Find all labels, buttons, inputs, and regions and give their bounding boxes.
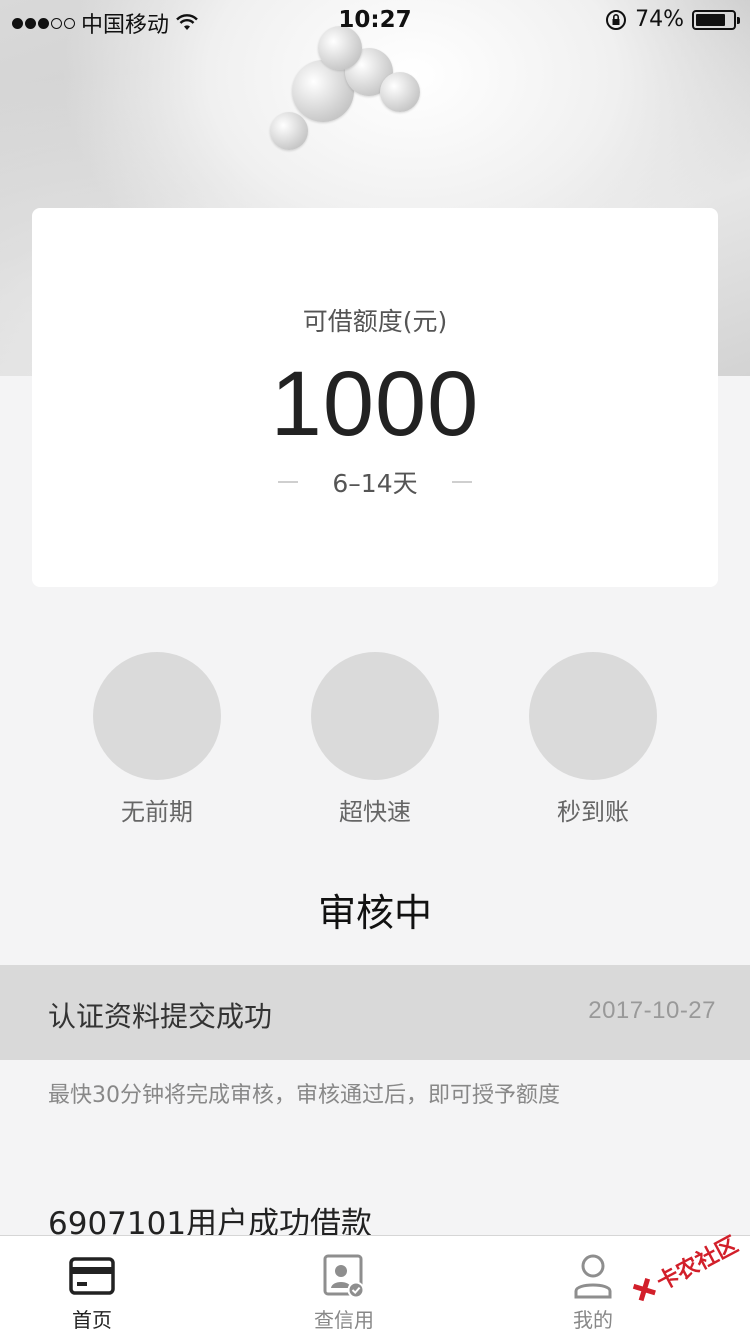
rotation-lock-icon bbox=[606, 9, 627, 30]
coin-shape bbox=[270, 112, 308, 150]
tab-home[interactable]: 首页 bbox=[32, 1254, 152, 1333]
review-step-date: 2017-10-27 bbox=[588, 997, 716, 1024]
feature-icon-placeholder bbox=[529, 652, 657, 780]
tab-label: 查信用 bbox=[314, 1308, 374, 1332]
coin-shape bbox=[380, 72, 420, 112]
feature-instant-payout: 秒到账 bbox=[529, 652, 657, 827]
feature-no-upfront: 无前期 bbox=[93, 652, 221, 827]
feature-label: 无前期 bbox=[121, 798, 193, 826]
tab-label: 我的 bbox=[573, 1308, 613, 1332]
review-status-title: 审核中 bbox=[317, 891, 432, 935]
feature-label: 超快速 bbox=[339, 798, 411, 826]
card-icon bbox=[69, 1257, 115, 1295]
review-step-text: 认证资料提交成功 bbox=[48, 1000, 273, 1033]
credit-profile-icon bbox=[323, 1254, 365, 1298]
credit-limit-amount: 1000 bbox=[270, 353, 480, 455]
feature-super-fast: 超快速 bbox=[311, 652, 439, 827]
battery-icon bbox=[692, 9, 740, 30]
tab-label: 首页 bbox=[72, 1308, 112, 1332]
feature-icon-placeholder bbox=[93, 652, 221, 780]
credit-limit-label: 可借额度(元) bbox=[302, 307, 448, 336]
status-bar: 中国移动 10:27 74% bbox=[0, 0, 750, 40]
divider-line bbox=[278, 481, 299, 483]
feature-icon-placeholder bbox=[311, 652, 439, 780]
loan-term-text: 6–14天 bbox=[332, 469, 418, 498]
review-note: 最快30分钟将完成审核，审核通过后，即可授予额度 bbox=[48, 1083, 560, 1108]
tab-check-credit[interactable]: 查信用 bbox=[284, 1254, 404, 1333]
loan-term: 6–14天 bbox=[32, 464, 718, 500]
feature-label: 秒到账 bbox=[557, 798, 629, 826]
review-step-row: 认证资料提交成功 2017-10-27 bbox=[0, 965, 750, 1060]
user-icon bbox=[574, 1254, 612, 1299]
divider-line bbox=[451, 481, 472, 483]
loan-limit-card[interactable]: 可借额度(元) 1000 6–14天 bbox=[32, 208, 718, 587]
battery-percent: 74% bbox=[635, 7, 684, 32]
status-bar-right: 74% bbox=[605, 7, 740, 32]
